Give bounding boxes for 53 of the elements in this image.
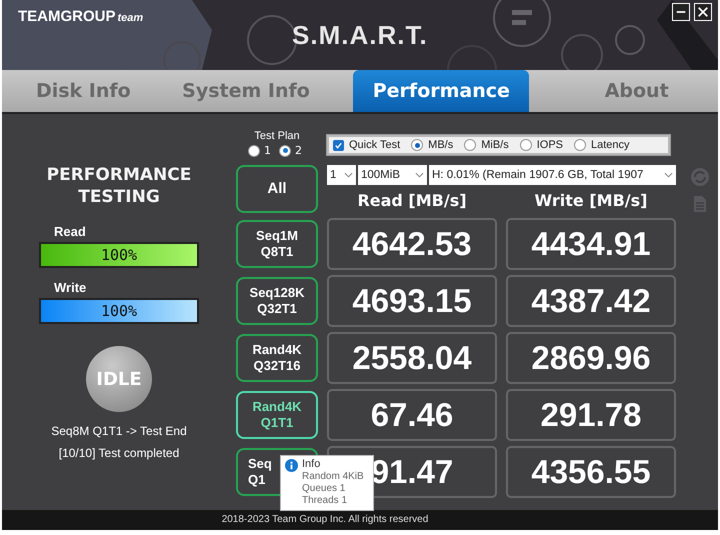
close-icon: [697, 6, 709, 18]
caret-icon: [664, 172, 673, 178]
radio-button[interactable]: [279, 144, 291, 156]
progress-reading: 100%: [100, 245, 138, 266]
radio-label: Latency: [591, 139, 630, 151]
caret-icon: [344, 172, 353, 178]
dropdown[interactable]: 100MiB: [358, 165, 427, 185]
meter-label: Read: [54, 224, 86, 239]
test-button[interactable]: Seq128K Q32T1: [236, 277, 318, 325]
result-value: 4642.53: [327, 218, 497, 270]
logo: TEAMGROUP team: [18, 8, 144, 25]
radio-label: IOPS: [536, 139, 564, 151]
test-button[interactable]: Rand4K Q32T16: [236, 334, 318, 382]
caret-icon: [415, 172, 424, 178]
dropdown[interactable]: 1: [327, 165, 356, 185]
radio-button[interactable]: [248, 144, 260, 156]
radio-label: 1: [264, 144, 271, 157]
checkbox-label: Quick Test: [349, 139, 400, 151]
test-button[interactable]: Seq1M Q8T1: [236, 220, 318, 268]
radio-button[interactable]: [411, 139, 424, 151]
section-heading: PERFORMANCE TESTING: [46, 164, 192, 208]
result-value: 4387.42: [506, 275, 676, 327]
result-value: 4356.55: [506, 446, 676, 498]
column-header: Read [MB/s]: [356, 191, 468, 210]
window-title: S.M.A.R.T.: [292, 20, 428, 51]
result-value: 2869.96: [506, 332, 676, 384]
status-text: Seq8M Q1T1 -> Test End: [51, 424, 187, 438]
progress-reading: 100%: [100, 301, 138, 322]
test-plan-label: Test Plan: [253, 130, 301, 142]
radio-button[interactable]: [464, 139, 476, 151]
close-button[interactable]: [694, 3, 712, 21]
result-value: 291.78: [506, 389, 676, 441]
tooltip-text: Threads 1: [302, 495, 348, 507]
meter-label: Write: [54, 280, 86, 295]
radio-label: MB/s: [428, 139, 454, 151]
result-value: 67.46: [327, 389, 497, 441]
radio-label: 2: [295, 144, 302, 157]
checkbox[interactable]: [333, 140, 344, 150]
tab[interactable]: Performance: [353, 70, 530, 112]
status-text: [10/10] Test completed: [58, 446, 180, 460]
column-header: Write [MB/s]: [534, 191, 648, 210]
minimize-button[interactable]: [672, 3, 690, 21]
radio-label: MiB/s: [481, 139, 509, 151]
result-value: 4693.15: [327, 275, 497, 327]
run-all-button[interactable]: All: [236, 165, 318, 213]
radio-button[interactable]: [574, 139, 586, 151]
footer-text: 2018-2023 Team Group Inc. All rights reserved: [2, 510, 718, 530]
dropdown[interactable]: H: 0.01% (Remain 1907.6 GB, Total 1907: [429, 165, 676, 185]
test-button[interactable]: Rand4K Q1T1: [236, 391, 318, 439]
result-value: 4434.91: [506, 218, 676, 270]
radio-button[interactable]: [520, 139, 532, 151]
result-value: 2558.04: [327, 332, 497, 384]
info-icon: [285, 459, 298, 472]
